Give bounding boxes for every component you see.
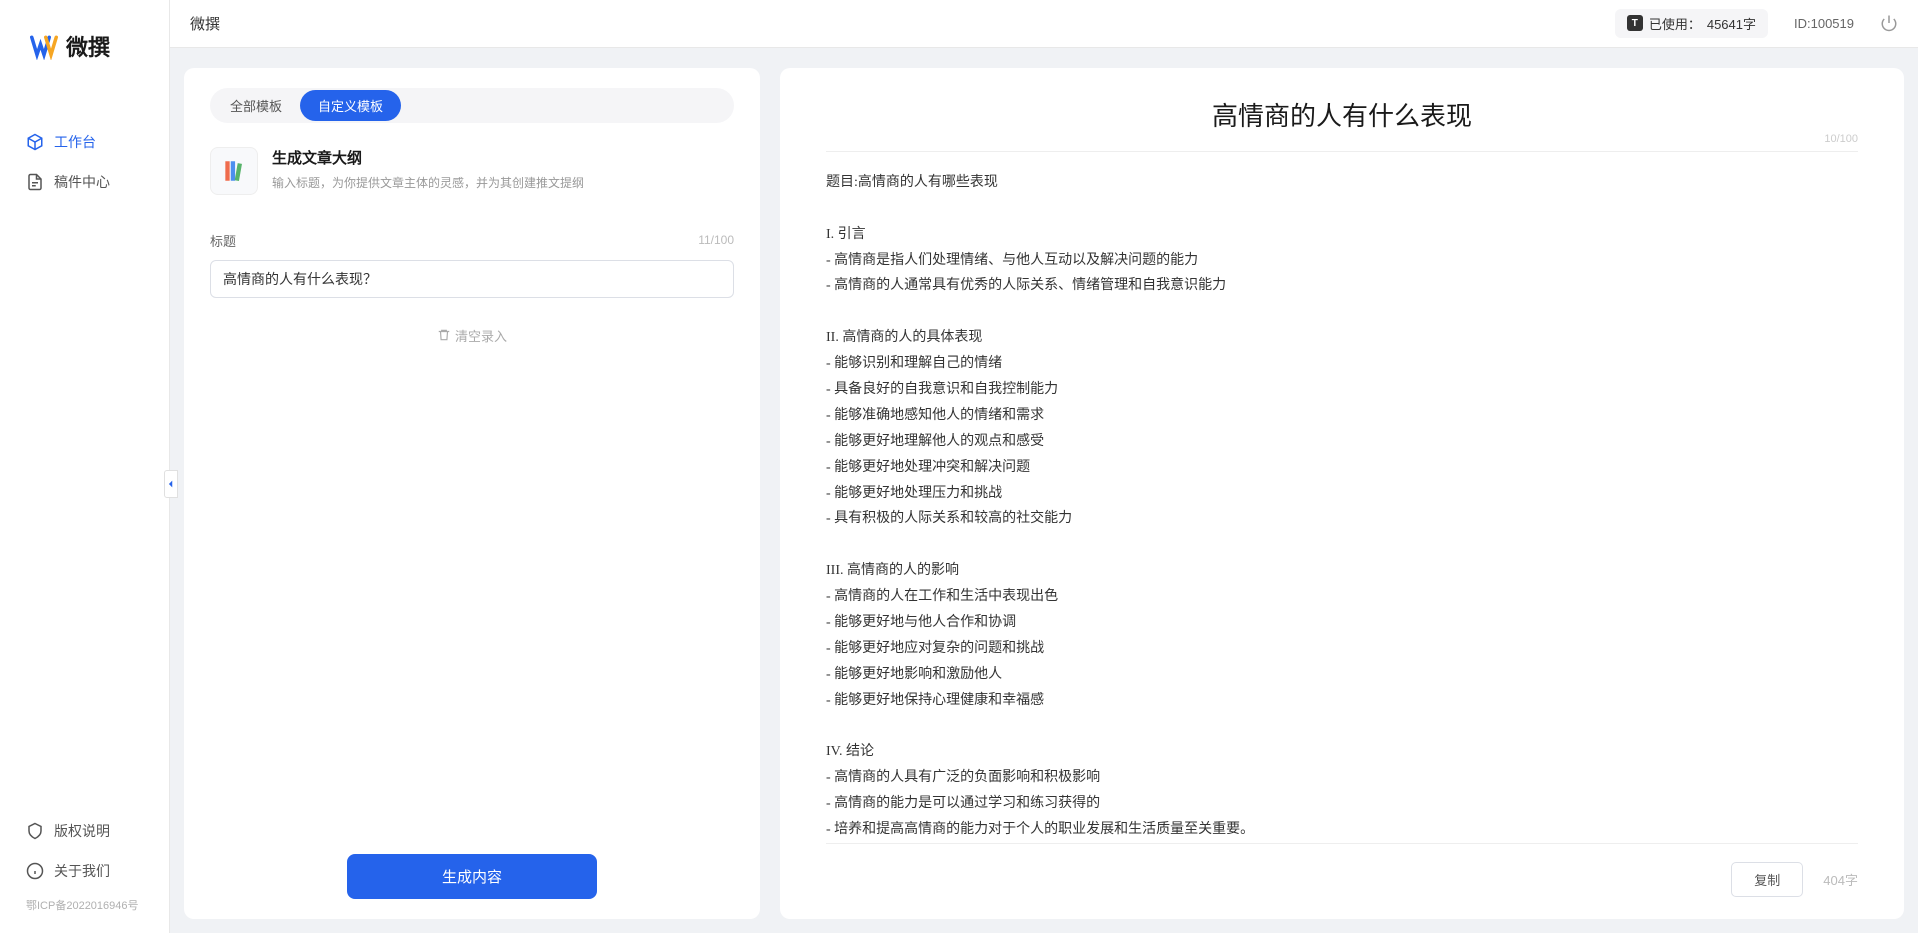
clear-button[interactable]: 清空录入 [210, 326, 734, 345]
shield-icon [26, 822, 44, 840]
tab-custom-templates[interactable]: 自定义模板 [300, 90, 401, 121]
usage-pill[interactable]: T 已使用： 45641字 [1615, 9, 1768, 38]
output-footer: 复制 404字 [826, 843, 1858, 897]
template-desc: 输入标题，为你提供文章主体的灵感，并为其创建推文提纲 [272, 174, 584, 191]
output-title: 高情商的人有什么表现 [826, 96, 1858, 133]
copy-button[interactable]: 复制 [1731, 862, 1803, 897]
output-body[interactable]: 题目:高情商的人有哪些表现 I. 引言 - 高情商是指人们处理情绪、与他人互动以… [826, 170, 1858, 843]
sidebar-item-workspace[interactable]: 工作台 [0, 122, 169, 162]
template-info: 生成文章大纲 输入标题，为你提供文章主体的灵感，并为其创建推文提纲 [272, 147, 584, 191]
icp-text: 鄂ICP备2022016946号 [0, 891, 169, 923]
panel-output: 高情商的人有什么表现 10/100 题目:高情商的人有哪些表现 I. 引言 - … [780, 68, 1904, 919]
sidebar-item-about[interactable]: 关于我们 [0, 851, 169, 891]
sidebar-item-label: 版权说明 [54, 821, 110, 841]
sidebar-item-drafts[interactable]: 稿件中心 [0, 162, 169, 202]
sidebar-nav: 工作台 稿件中心 [0, 92, 169, 811]
sidebar-item-label: 稿件中心 [54, 172, 110, 192]
logo-icon [30, 32, 58, 60]
topbar: 微撰 T 已使用： 45641字 ID:100519 [170, 0, 1918, 48]
books-icon [210, 147, 258, 195]
output-title-count: 10/100 [1824, 133, 1858, 145]
field-label: 标题 [210, 231, 236, 250]
main: 微撰 T 已使用： 45641字 ID:100519 全部模板 自定义模板 [170, 0, 1918, 933]
usage-label: 已使用： [1649, 14, 1701, 33]
content: 全部模板 自定义模板 生成文章大纲 输入标题，为你提供文章主体的灵感，并为其创建… [170, 48, 1918, 933]
template-tabs: 全部模板 自定义模板 [210, 88, 734, 123]
logo: 微撰 [0, 0, 169, 92]
generate-button[interactable]: 生成内容 [347, 854, 597, 899]
usage-value: 45641字 [1707, 14, 1756, 33]
page-title: 微撰 [190, 13, 220, 34]
topbar-right: T 已使用： 45641字 ID:100519 [1615, 9, 1898, 38]
usage-badge-icon: T [1627, 15, 1643, 31]
output-header: 高情商的人有什么表现 10/100 [826, 96, 1858, 152]
template-card: 生成文章大纲 输入标题，为你提供文章主体的灵感，并为其创建推文提纲 [210, 147, 734, 195]
title-input[interactable] [210, 260, 734, 298]
sidebar-item-label: 工作台 [54, 132, 96, 152]
sidebar-item-copyright[interactable]: 版权说明 [0, 811, 169, 851]
power-icon[interactable] [1880, 14, 1898, 32]
sidebar: 微撰 工作台 稿件中心 版权说明 关于我们 鄂ICP [0, 0, 170, 933]
trash-icon [437, 328, 451, 342]
user-id: ID:100519 [1794, 16, 1854, 31]
clear-label: 清空录入 [455, 326, 507, 345]
template-title: 生成文章大纲 [272, 147, 584, 168]
panel-input: 全部模板 自定义模板 生成文章大纲 输入标题，为你提供文章主体的灵感，并为其创建… [184, 68, 760, 919]
field-char-count: 11/100 [698, 233, 734, 247]
sidebar-footer: 版权说明 关于我们 鄂ICP备2022016946号 [0, 811, 169, 933]
logo-text: 微撰 [66, 30, 110, 62]
cube-icon [26, 133, 44, 151]
file-icon [26, 173, 44, 191]
sidebar-collapse-handle[interactable] [164, 470, 178, 498]
tab-all-templates[interactable]: 全部模板 [212, 90, 300, 121]
output-word-count: 404字 [1823, 870, 1858, 889]
sidebar-item-label: 关于我们 [54, 861, 110, 881]
field-title-block: 标题 11/100 [210, 231, 734, 298]
info-icon [26, 862, 44, 880]
panel-input-footer: 生成内容 [210, 834, 734, 899]
